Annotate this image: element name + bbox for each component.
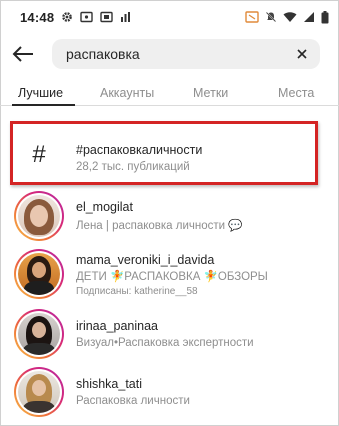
chart-icon <box>121 12 131 22</box>
back-arrow-icon <box>12 46 33 62</box>
hashtag-post-count: 28,2 тыс. публикаций <box>76 161 190 173</box>
account-result-mama-veroniki[interactable]: mama_veroniki_i_davida ДЕТИ 🧚РАСПАКОВКА … <box>0 245 339 303</box>
tab-places[interactable]: Места <box>278 86 314 100</box>
status-bar: 14:48 <box>0 0 339 34</box>
avatar <box>14 309 64 359</box>
hashtag-icon: # <box>32 141 46 168</box>
account-username: irinaa_paninaa <box>76 319 159 333</box>
active-tab-indicator <box>12 104 75 106</box>
wifi-icon <box>283 12 297 22</box>
account-followed-by: Подписаны: katherine__58 <box>76 286 198 297</box>
tab-top[interactable]: Лучшие <box>18 86 63 100</box>
signal-icon <box>304 12 314 22</box>
account-subtitle: Распаковка личности <box>76 395 190 407</box>
mute-bell-icon <box>265 11 277 23</box>
search-query-text: распаковка <box>66 46 140 62</box>
account-username: mama_veroniki_i_davida <box>76 253 215 267</box>
back-button[interactable] <box>0 34 46 74</box>
cast-box-icon <box>100 11 113 23</box>
account-subtitle: Лена | распаковка личности 💬 <box>76 220 243 232</box>
clear-search-icon[interactable] <box>294 46 310 62</box>
account-result-el-mogilat[interactable]: el_mogilat Лена | распаковка личности 💬 <box>0 188 339 244</box>
gear-icon <box>62 12 73 22</box>
avatar <box>14 249 64 299</box>
account-result-shishka-tati[interactable]: shishka_tati Распаковка личности <box>0 363 339 419</box>
hashtag-result[interactable]: # #распаковкаличности 28,2 тыс. публикац… <box>0 126 339 182</box>
avatar <box>14 191 64 241</box>
account-subtitle: ДЕТИ 🧚РАСПАКОВКА 🧚ОБЗОРЫ <box>76 271 268 283</box>
account-username: shishka_tati <box>76 377 143 391</box>
account-result-irinaa-paninaa[interactable]: irinaa_paninaa Визуал•Распаковка эксперт… <box>0 305 339 361</box>
tab-accounts[interactable]: Аккаунты <box>100 86 154 100</box>
account-subtitle: Визуал•Распаковка экспертности <box>76 337 254 349</box>
search-row: распаковка <box>0 34 339 74</box>
battery-icon <box>321 10 329 23</box>
tab-tags[interactable]: Метки <box>193 86 228 100</box>
mute-icon <box>245 11 259 23</box>
avatar <box>14 367 64 417</box>
cast-icon <box>80 11 93 23</box>
account-username: el_mogilat <box>76 200 133 214</box>
search-tabs: Лучшие Аккаунты Метки Места <box>0 80 339 108</box>
status-time: 14:48 <box>20 9 55 25</box>
search-input[interactable]: распаковка <box>52 39 320 69</box>
hashtag-title: #распаковкаличности <box>76 143 203 157</box>
